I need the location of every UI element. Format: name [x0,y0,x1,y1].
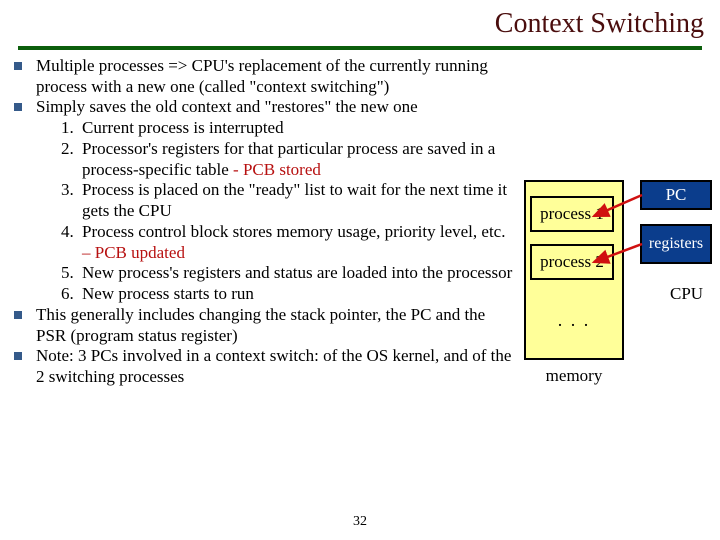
bullet-1: Multiple processes => CPU's replacement … [14,56,518,97]
bullet-icon [14,352,22,360]
diagram: process 1 process 2 . . . memory PC regi… [524,180,714,420]
bullet-4: Note: 3 PCs involved in a context switch… [14,346,518,387]
bullet-icon [14,103,22,111]
step-4-red: – PCB updated [82,243,185,262]
memory-label: memory [524,366,624,386]
bullet-2-lead: Simply saves the old context and "restor… [36,97,418,116]
body-text: Multiple processes => CPU's replacement … [14,56,518,388]
bullet-2-text: Simply saves the old context and "restor… [36,97,518,304]
bullet-2: Simply saves the old context and "restor… [14,97,518,304]
step-2-red: - PCB stored [233,160,321,179]
step-1: Current process is interrupted [78,118,518,139]
step-3: Process is placed on the "ready" list to… [78,180,518,221]
bullet-3-text: This generally includes changing the sta… [36,305,518,346]
slide: Context Switching Multiple processes => … [0,0,720,540]
title-rule [18,46,702,50]
step-5: New process's registers and status are l… [78,263,518,284]
step-6: New process starts to run [78,284,518,305]
step-4: Process control block stores memory usag… [78,222,518,263]
bullet-icon [14,62,22,70]
bullet-3: This generally includes changing the sta… [14,305,518,346]
slide-title: Context Switching [495,8,704,40]
bullet-1-text: Multiple processes => CPU's replacement … [36,56,518,97]
bullet-4-text: Note: 3 PCs involved in a context switch… [36,346,518,387]
numbered-steps: Current process is interrupted Processor… [58,118,518,305]
arrow-icon [524,180,714,360]
bullet-icon [14,311,22,319]
step-2: Processor's registers for that particula… [78,139,518,180]
page-number: 32 [0,514,720,530]
step-4-text: Process control block stores memory usag… [82,222,505,241]
